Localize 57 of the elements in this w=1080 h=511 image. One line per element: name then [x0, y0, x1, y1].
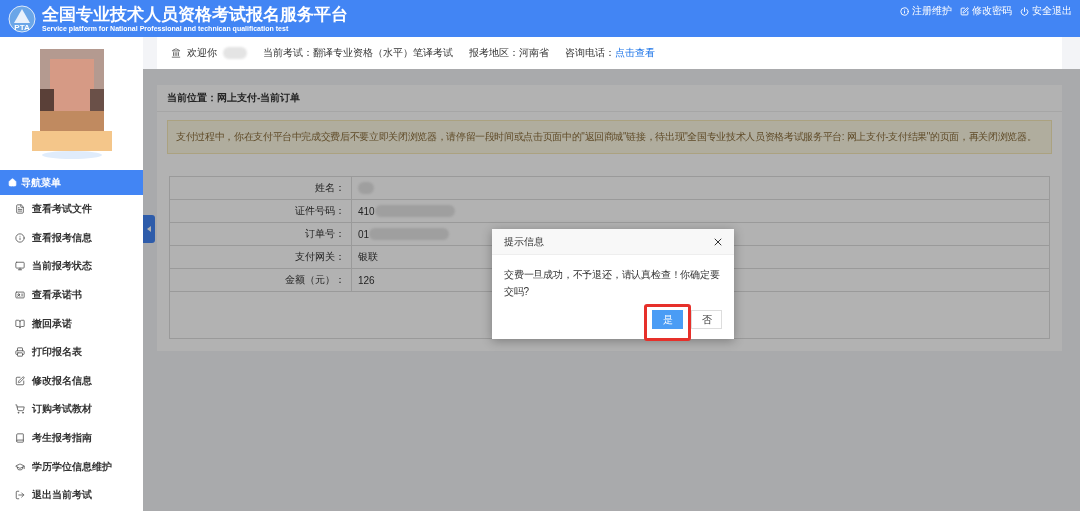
- dialog-button[interactable]: 否: [691, 310, 722, 329]
- book-icon: [15, 318, 25, 329]
- logout-icon: [15, 490, 25, 501]
- menu-item[interactable]: 撤回承诺: [0, 309, 143, 338]
- menu-header: 导航菜单: [0, 170, 143, 195]
- menu-item[interactable]: 打印报名表: [0, 337, 143, 367]
- cart-icon: [15, 404, 25, 415]
- header-link[interactable]: 注册维护: [900, 4, 952, 18]
- collapse-tab[interactable]: [143, 215, 155, 243]
- site-title: 全国专业技术人员资格考试报名服务平台: [42, 5, 348, 24]
- menu-item[interactable]: 查看考试文件: [0, 195, 143, 224]
- graduation-cap-icon: [15, 461, 25, 472]
- caret-icon: [147, 226, 151, 232]
- table-cell: 姓名：: [170, 177, 352, 199]
- table-cell: 01: [358, 228, 370, 240]
- menu-item[interactable]: 当前报考状态: [0, 252, 143, 281]
- book-icon: [15, 433, 25, 444]
- table-cell: 支付网关：: [170, 246, 352, 268]
- printer-icon: [15, 347, 25, 358]
- header-link[interactable]: 安全退出: [1020, 4, 1072, 18]
- power-icon: [1020, 6, 1029, 16]
- field-label: 当前考试：: [263, 46, 313, 60]
- breadcrumb: 当前位置：网上支付-当前订单: [157, 85, 1062, 112]
- bank-icon: [171, 48, 181, 58]
- menu-item[interactable]: 退出当前考试: [0, 480, 143, 510]
- field-value: 翻译专业资格（水平）笔译考试: [313, 46, 453, 60]
- info-icon: [900, 6, 909, 16]
- field-value: 河南省: [519, 46, 549, 60]
- monitor-icon: [15, 261, 25, 272]
- edit-icon: [15, 375, 25, 386]
- table-cell: 订单号：: [170, 223, 352, 245]
- menu-item[interactable]: 查看承诺书: [0, 280, 143, 310]
- welcome-text: 欢迎你: [187, 46, 217, 60]
- menu-item[interactable]: 查看报考信息: [0, 223, 143, 253]
- menu-item[interactable]: 考生报考指南: [0, 423, 143, 453]
- table-cell: 金额（元）：: [170, 269, 352, 291]
- field-label: 咨询电话：: [565, 46, 615, 60]
- table-cell: 银联: [358, 250, 378, 264]
- field-label: 报考地区：: [469, 46, 519, 60]
- dialog-title: 提示信息: [504, 234, 544, 249]
- dialog-message: 交费一旦成功，不予退还，请认真检查！你确定要交吗?: [503, 268, 721, 299]
- contact-link[interactable]: 点击查看: [615, 46, 655, 60]
- redaction-mark: [223, 47, 247, 59]
- notice-text: 支付过程中，你在支付平台中完成交费后不要立即关闭浏览器，请停留一段时间或点击页面中的"返回商城"链接，待出现"全国专业技术人员资格考试服务平台: 网上支付-支付结果"的页面，再关闭浏览器。: [167, 120, 1052, 154]
- table-cell: 126: [358, 274, 375, 286]
- id-card-icon: [15, 290, 25, 301]
- table-cell: 证件号码：: [170, 200, 352, 222]
- logo: PTA: [8, 4, 36, 33]
- table-cell: 410: [358, 205, 375, 217]
- document-icon: [15, 204, 25, 215]
- edit-icon: [960, 6, 969, 16]
- menu-item[interactable]: 修改报名信息: [0, 366, 143, 396]
- menu-item[interactable]: 订购考试教材: [0, 395, 143, 424]
- home-icon: [8, 178, 17, 187]
- info-icon: [15, 232, 25, 243]
- header-link[interactable]: 修改密码: [960, 4, 1012, 18]
- menu-item[interactable]: 学历学位信息维护: [0, 452, 143, 481]
